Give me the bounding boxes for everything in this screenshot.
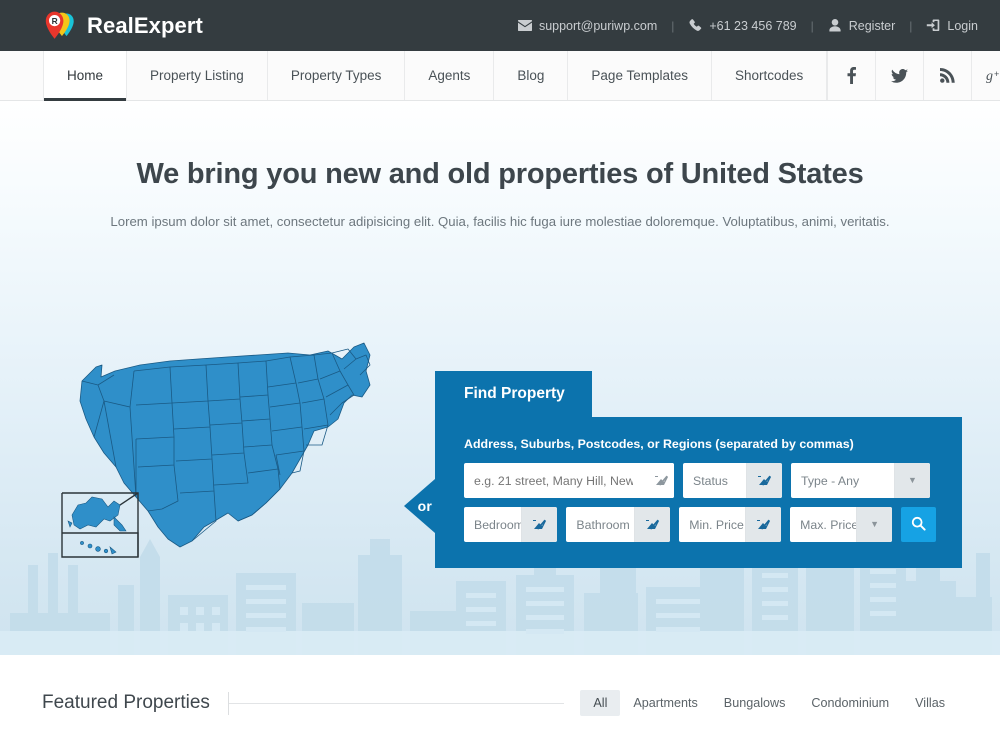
main-navigation: Home Property Listing Property Types Age… (0, 51, 1000, 101)
nav-item-blog[interactable]: Blog (494, 51, 569, 100)
phone-item[interactable]: +61 23 456 789 (688, 18, 797, 33)
brand-logo-link[interactable]: R RealExpert (40, 8, 203, 44)
address-input[interactable] (464, 463, 643, 498)
nav-item-shortcodes[interactable]: Shortcodes (712, 51, 828, 100)
caret-glyph: ▼ (908, 475, 917, 485)
user-icon (828, 19, 842, 33)
min-price-value: Min. Price (689, 517, 744, 532)
divider (227, 691, 565, 715)
phone-text: +61 23 456 789 (709, 18, 797, 33)
login-link[interactable]: Login (926, 19, 978, 33)
search-row-2: Bedroom Bathroom Min. Price Max. Price ▼ (464, 507, 936, 542)
separator-1: | (671, 18, 675, 33)
caret-glyph-2: ▼ (870, 519, 880, 529)
featured-properties-section: Featured Properties All Apartments Bunga… (0, 655, 1000, 750)
search-button[interactable] (901, 507, 936, 542)
nav-items: Home Property Listing Property Types Age… (43, 51, 828, 101)
register-link[interactable]: Register (828, 18, 896, 33)
rss-icon[interactable] (924, 51, 973, 100)
phone-icon (688, 19, 702, 33)
google-plus-icon[interactable]: g + (972, 51, 1000, 100)
nav-item-property-listing[interactable]: Property Listing (127, 51, 268, 100)
nav-item-property-types[interactable]: Property Types (268, 51, 406, 100)
type-field[interactable]: Type - Any ▼ (791, 463, 930, 498)
status-value: Status (693, 473, 728, 488)
find-property-panel: Find Property or Address, Suburbs, Postc… (404, 371, 962, 568)
register-text: Register (848, 18, 896, 33)
page-title: We bring you new and old properties of U… (136, 158, 864, 190)
bedroom-value: Bedroom (474, 517, 522, 532)
separator-2: | (810, 18, 814, 33)
max-price-value: Max. Price (800, 517, 857, 532)
brand-name: RealExpert (87, 12, 203, 38)
address-field[interactable] (464, 463, 674, 498)
filter-apartments[interactable]: Apartments (620, 690, 710, 716)
bathroom-broken-image-icon[interactable] (634, 507, 671, 542)
svg-text:R: R (52, 16, 58, 26)
nav-item-page-templates[interactable]: Page Templates (568, 51, 712, 100)
bedroom-field[interactable]: Bedroom (464, 507, 558, 542)
search-row-1: Status Type - Any ▼ (464, 463, 936, 498)
bedroom-broken-image-icon[interactable] (521, 507, 558, 542)
filter-condominium[interactable]: Condominium (798, 690, 902, 716)
top-bar: R RealExpert support@puriwp.com | +61 23… (0, 0, 1000, 51)
panel-tab: Find Property (435, 371, 592, 417)
min-price-broken-image-icon[interactable] (745, 507, 782, 542)
facebook-icon[interactable] (828, 51, 877, 100)
envelope-icon (517, 19, 532, 33)
status-field[interactable]: Status (683, 463, 782, 498)
filter-bungalows[interactable]: Bungalows (711, 690, 799, 716)
twitter-icon[interactable] (876, 51, 925, 100)
status-broken-image-icon[interactable] (746, 463, 782, 498)
featured-filter-tabs: All Apartments Bungalows Condominium Vil… (564, 690, 958, 716)
separator-3: | (909, 18, 913, 33)
address-field-label: Address, Suburbs, Postcodes, or Regions … (464, 437, 854, 451)
svg-text:g: g (986, 69, 993, 83)
top-bar-contact-links: support@puriwp.com | +61 23 456 789 | Re… (517, 18, 978, 33)
max-price-chevron-down-icon[interactable]: ▼ (856, 507, 893, 542)
hero-section: We bring you new and old properties of U… (0, 101, 1000, 655)
panel-title: Find Property (464, 385, 565, 402)
type-value: Type - Any (801, 473, 860, 488)
search-icon (911, 516, 926, 534)
map-pin-logo-icon: R (40, 8, 76, 44)
united-states-map (61, 342, 371, 558)
max-price-field[interactable]: Max. Price ▼ (790, 507, 893, 542)
featured-title: Featured Properties (42, 692, 210, 713)
login-text: Login (947, 18, 978, 33)
or-tab: or (404, 479, 435, 533)
nav-item-agents[interactable]: Agents (405, 51, 495, 100)
email-link[interactable]: support@puriwp.com (517, 18, 658, 33)
panel-body: or Address, Suburbs, Postcodes, or Regio… (404, 417, 962, 568)
email-text: support@puriwp.com (538, 18, 658, 33)
filter-villas[interactable]: Villas (902, 690, 958, 716)
min-price-field[interactable]: Min. Price (679, 507, 782, 542)
hero-subtitle: Lorem ipsum dolor sit amet, consectetur … (110, 214, 890, 229)
filter-all[interactable]: All (580, 690, 621, 716)
nav-item-home[interactable]: Home (43, 51, 128, 101)
bathroom-value: Bathroom (576, 517, 630, 532)
social-links: g + (828, 51, 1000, 100)
chevron-down-icon[interactable]: ▼ (894, 463, 930, 498)
bathroom-field[interactable]: Bathroom (566, 507, 671, 542)
svg-text:+: + (994, 69, 999, 79)
address-broken-image-icon (643, 463, 674, 498)
or-label: or (417, 498, 432, 514)
sign-in-icon (926, 19, 940, 33)
